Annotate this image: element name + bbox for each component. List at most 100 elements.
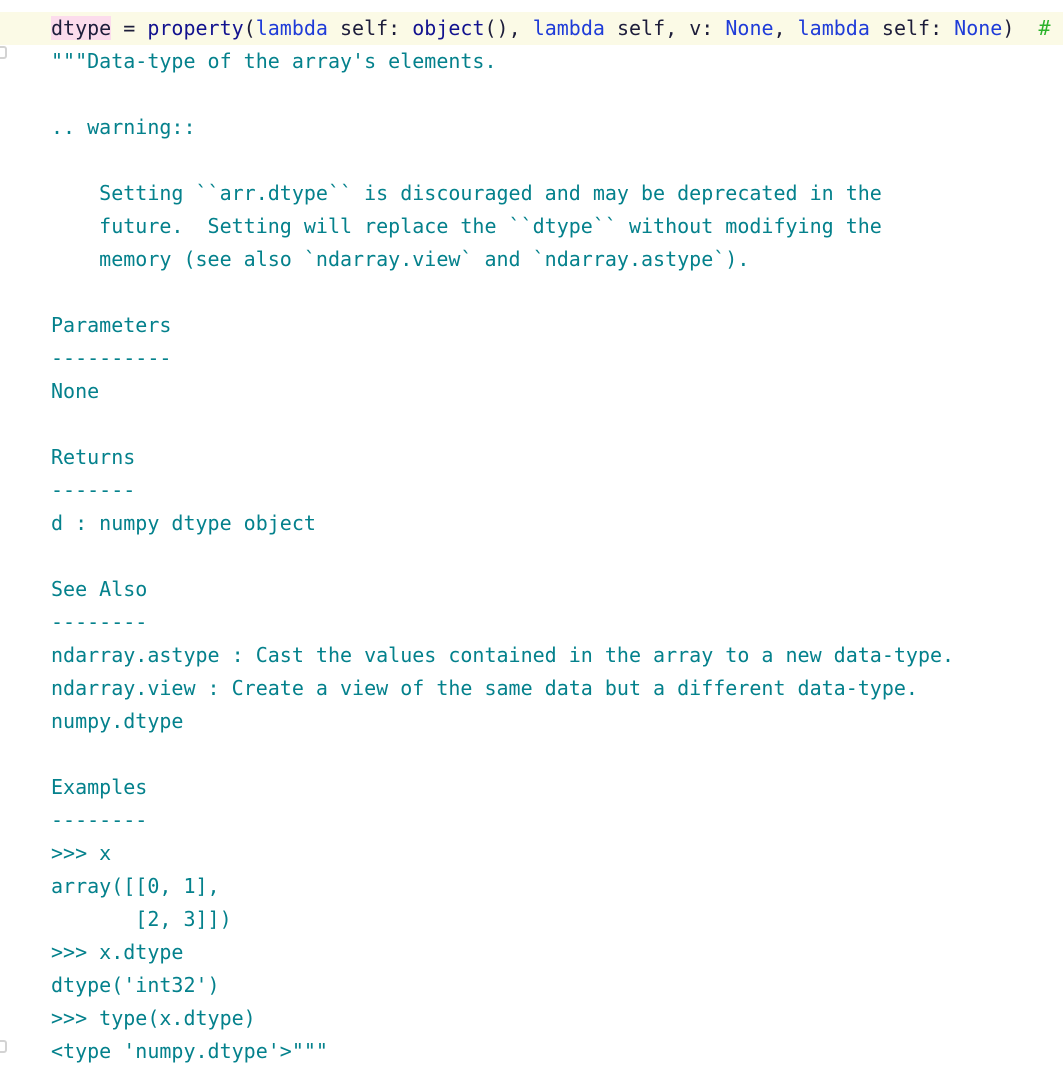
code-token: [2, 3]]) (51, 907, 232, 931)
code-line-text: memory (see also `ndarray.view` and `nda… (0, 243, 749, 276)
code-line[interactable]: >>> type(x.dtype) (0, 1002, 1063, 1035)
code-token: """Data-type of the array's elements. (51, 49, 497, 73)
code-line[interactable]: dtype('int32') (0, 969, 1063, 1002)
code-token: ------- (51, 478, 136, 502)
code-line[interactable]: See Also (0, 573, 1063, 606)
code-line[interactable] (0, 78, 1063, 111)
code-line[interactable]: [2, 3]]) (0, 903, 1063, 936)
code-line[interactable]: -------- (0, 804, 1063, 837)
code-line-text: -------- (0, 606, 147, 639)
code-token: -------- (51, 610, 148, 634)
code-token: >>> type(x.dtype) (51, 1006, 256, 1030)
code-token: .. warning:: (51, 115, 196, 139)
search-highlight-token: dtype (51, 16, 112, 40)
code-line-text: >>> x.dtype (0, 936, 183, 969)
code-token: ---------- (51, 346, 172, 370)
code-line[interactable]: ------- (0, 474, 1063, 507)
code-token: lambda (532, 16, 605, 40)
code-token: dtype('int32') (51, 973, 220, 997)
code-token: ( (243, 16, 256, 40)
code-token: Setting ``arr.dtype`` is discouraged and… (51, 181, 882, 205)
code-line-text: -------- (0, 804, 147, 837)
fold-marker-docstring-end[interactable] (0, 1040, 7, 1053)
code-line[interactable]: dtype = property(lambda self: object(), … (0, 12, 1063, 45)
code-line-text: [2, 3]]) (0, 903, 232, 936)
code-token: self: (869, 16, 955, 40)
code-line[interactable]: ndarray.astype : Cast the values contain… (0, 639, 1063, 672)
code-token: self, v: (604, 16, 726, 40)
code-token: Examples (51, 775, 148, 799)
code-line[interactable]: None (0, 375, 1063, 408)
code-line-text: future. Setting will replace the ``dtype… (0, 210, 882, 243)
code-line[interactable]: """Data-type of the array's elements. (0, 45, 1063, 78)
code-line-text: Parameters (0, 309, 171, 342)
code-token: None (954, 16, 1003, 40)
code-line-text: ---------- (0, 342, 171, 375)
code-line[interactable]: memory (see also `ndarray.view` and `nda… (0, 243, 1063, 276)
editor-gutter[interactable] (0, 0, 14, 1078)
code-line-text: dtype = property(lambda self: object(), … (0, 12, 1063, 45)
code-line-text: ndarray.astype : Cast the values contain… (0, 639, 954, 672)
code-token: (), (484, 16, 533, 40)
code-token: -------- (51, 808, 148, 832)
code-token: , (773, 16, 798, 40)
fold-marker-docstring-start[interactable] (0, 46, 7, 59)
code-line[interactable]: -------- (0, 606, 1063, 639)
code-token: >>> x (51, 841, 112, 865)
code-token: ndarray.view : Create a view of the same… (51, 676, 918, 700)
code-line[interactable]: Examples (0, 771, 1063, 804)
code-line-text: array([[0, 1], (0, 870, 220, 903)
code-token: array([[0, 1], (51, 874, 220, 898)
code-line[interactable]: <type 'numpy.dtype'>""" (0, 1035, 1063, 1068)
code-line[interactable]: ndarray.view : Create a view of the same… (0, 672, 1063, 705)
code-line-text: Examples (0, 771, 147, 804)
code-line[interactable]: Parameters (0, 309, 1063, 342)
code-line[interactable]: >>> x.dtype (0, 936, 1063, 969)
code-token: ndarray.astype : Cast the values contain… (51, 643, 955, 667)
code-line[interactable]: numpy.dtype (0, 705, 1063, 738)
code-token: Parameters (51, 313, 172, 337)
code-line[interactable]: array([[0, 1], (0, 870, 1063, 903)
code-line-text: d : numpy dtype object (0, 507, 316, 540)
code-line-text: dtype('int32') (0, 969, 220, 1002)
code-text-area[interactable]: dtype = property(lambda self: object(), … (0, 0, 1063, 1078)
code-editor[interactable]: dtype = property(lambda self: object(), … (0, 0, 1063, 1078)
code-token: future. Setting will replace the ``dtype… (51, 214, 882, 238)
code-token: d : numpy dtype object (51, 511, 316, 535)
code-token: property (147, 16, 244, 40)
code-line[interactable]: future. Setting will replace the ``dtype… (0, 210, 1063, 243)
code-token: None (51, 379, 100, 403)
code-line-text: Setting ``arr.dtype`` is discouraged and… (0, 177, 882, 210)
code-line[interactable]: ---------- (0, 342, 1063, 375)
code-line[interactable]: Setting ``arr.dtype`` is discouraged and… (0, 177, 1063, 210)
code-token: memory (see also `ndarray.view` and `nda… (51, 247, 750, 271)
code-line-text: ndarray.view : Create a view of the same… (0, 672, 918, 705)
code-token: <type 'numpy.dtype'>""" (51, 1039, 328, 1063)
code-line[interactable] (0, 276, 1063, 309)
code-token: lambda (797, 16, 870, 40)
code-token: lambda (255, 16, 328, 40)
code-line[interactable]: Returns (0, 441, 1063, 474)
code-line-text: >>> x (0, 837, 111, 870)
code-line[interactable]: >>> x (0, 837, 1063, 870)
code-line-text: numpy.dtype (0, 705, 183, 738)
code-line[interactable]: d : numpy dtype object (0, 507, 1063, 540)
code-token: None (725, 16, 774, 40)
code-token: >>> x.dtype (51, 940, 184, 964)
code-line[interactable]: .. warning:: (0, 111, 1063, 144)
code-line[interactable] (0, 540, 1063, 573)
code-token: ) (1002, 16, 1015, 40)
code-token: # ( (1038, 16, 1063, 40)
code-token: See Also (51, 577, 148, 601)
code-token: object (412, 16, 485, 40)
code-line[interactable] (0, 738, 1063, 771)
code-line[interactable] (0, 408, 1063, 441)
code-line-text: .. warning:: (0, 111, 196, 144)
code-line-text: None (0, 375, 99, 408)
code-line-text: Returns (0, 441, 135, 474)
code-line-text: <type 'numpy.dtype'>""" (0, 1035, 328, 1068)
code-line-text: """Data-type of the array's elements. (0, 45, 497, 78)
code-line-text: ------- (0, 474, 135, 507)
code-line[interactable] (0, 144, 1063, 177)
code-token: = (111, 16, 148, 40)
